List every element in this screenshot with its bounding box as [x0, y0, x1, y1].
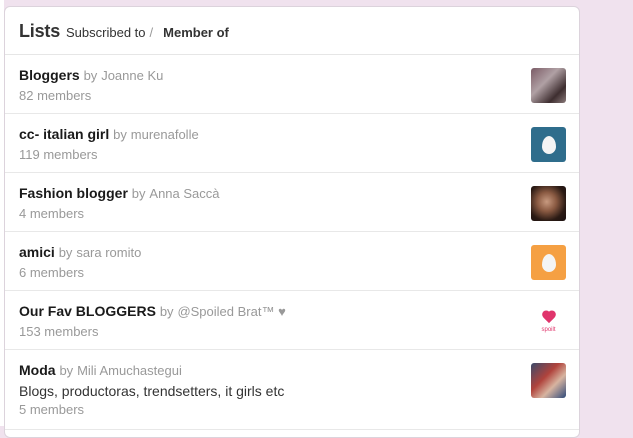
list-owner[interactable]: Joanne Ku — [101, 68, 163, 83]
list-owner[interactable]: Mili Amuchastegui — [77, 363, 182, 378]
avatar[interactable] — [531, 245, 566, 280]
member-count: 4 members — [19, 206, 85, 221]
member-count: 82 members — [19, 88, 92, 103]
lists-title: Lists — [19, 21, 61, 41]
by-label: by — [58, 245, 73, 260]
avatar[interactable] — [531, 127, 566, 162]
by-label: by — [113, 127, 127, 142]
list-owner[interactable]: @Spoiled Brat™ ♥ — [177, 304, 285, 319]
member-count: 5 members — [19, 402, 85, 417]
avatar-logo-text: spoilt — [541, 326, 556, 333]
member-count: 6 members — [19, 265, 85, 280]
list-name[interactable]: Fashion blogger — [19, 185, 128, 201]
avatar[interactable] — [531, 363, 566, 398]
list-item[interactable]: Fashion blogger by Anna Saccà 4 members — [5, 173, 579, 232]
member-count: 119 members — [19, 147, 98, 162]
list-description: Blogs, productoras, trendsetters, it gir… — [19, 383, 285, 399]
list-owner[interactable]: Anna Saccà — [149, 186, 219, 201]
tab-member-of[interactable]: Member of — [163, 25, 229, 40]
tab-separator: / — [149, 25, 154, 40]
avatar[interactable] — [531, 186, 566, 221]
lists-panel: Lists Subscribed to / Member of Bloggers… — [4, 6, 580, 438]
list-name[interactable]: Bloggers — [19, 67, 80, 83]
list-name[interactable]: cc- italian girl — [19, 126, 109, 142]
heart-icon — [542, 311, 556, 324]
tab-subscribed-to[interactable]: Subscribed to — [66, 25, 146, 40]
by-label: by — [159, 304, 174, 319]
list-item[interactable]: cc- italian girl by murenafolle 119 memb… — [5, 114, 579, 173]
avatar[interactable]: spoilt — [531, 304, 566, 339]
list-owner[interactable]: sara romito — [76, 245, 141, 260]
avatar[interactable] — [531, 68, 566, 103]
list-item[interactable]: amici by sara romito 6 members — [5, 232, 579, 291]
list-name[interactable]: Our Fav BLOGGERS — [19, 303, 156, 319]
egg-icon — [541, 135, 556, 154]
by-label: by — [131, 186, 146, 201]
list-item[interactable]: Bloggers by Joanne Ku 82 members — [5, 55, 579, 114]
list-item[interactable]: Our Fav BLOGGERS by @Spoiled Brat™ ♥ 153… — [5, 291, 579, 350]
by-label: by — [59, 363, 74, 378]
egg-icon — [541, 253, 556, 272]
list-name[interactable]: Moda — [19, 362, 56, 378]
list-name[interactable]: amici — [19, 244, 55, 260]
lists-header: Lists Subscribed to / Member of — [5, 7, 579, 55]
member-count: 153 members — [19, 324, 99, 339]
by-label: by — [83, 68, 98, 83]
list-owner[interactable]: murenafolle — [131, 127, 199, 142]
list-item[interactable]: Moda by Mili Amuchastegui Blogs, product… — [5, 350, 579, 430]
